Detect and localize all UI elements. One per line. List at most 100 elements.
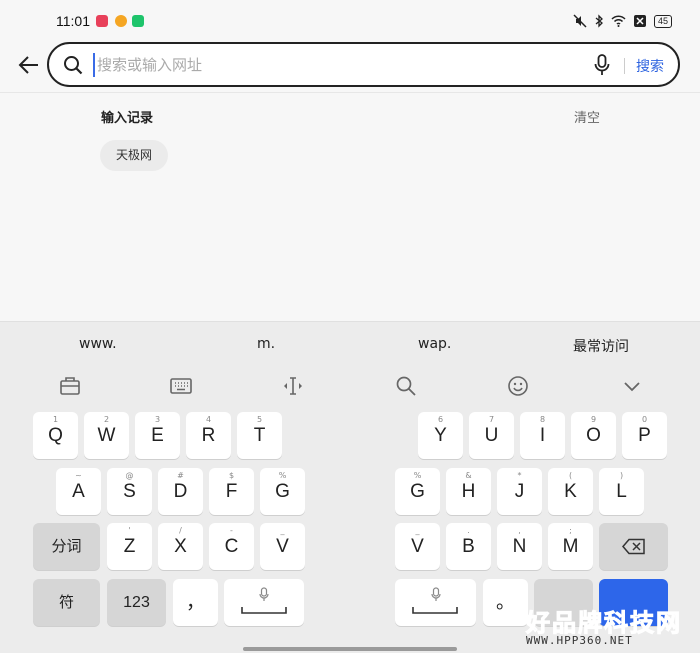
key-w-secondary: 2 [103,415,110,424]
key-b[interactable]: .B [446,523,491,570]
key-d-secondary: # [177,471,184,480]
key-y[interactable]: 6Y [418,412,463,459]
keyboard-search-icon[interactable] [394,374,418,398]
key-d[interactable]: # D [158,468,203,515]
segment-key[interactable]: 分词 [33,523,100,570]
space-bar-icon [241,607,287,614]
keyboard-layout-icon[interactable] [169,374,193,398]
battery-level: 45 [653,14,672,28]
key-t-secondary: 5 [256,415,263,424]
key-k-secondary: ( [568,471,573,480]
key-p-secondary: 0 [641,415,648,424]
key-m-secondary: ; [569,526,572,535]
key-c-secondary: - [230,526,233,535]
clear-history-button[interactable]: 清空 [574,107,600,126]
key-f-secondary: $ [228,471,235,480]
cursor-move-icon[interactable] [281,374,305,398]
status-indicators: 45 [573,14,672,28]
key-j[interactable]: * J [497,468,542,515]
key-a-secondary: ~ [75,471,82,480]
key-g-right[interactable]: % G [395,468,440,515]
toolbox-icon[interactable] [58,374,82,398]
key-j-secondary: * [517,471,522,480]
home-indicator[interactable] [243,647,457,651]
input-history-title: 输入记录 [101,111,154,126]
key-i-secondary: 8 [539,415,546,424]
key-g-left-secondary: % [278,471,287,480]
comma-key-label: ， [185,592,205,613]
key-s-secondary: @ [125,471,134,480]
key-k[interactable]: (K [548,468,593,515]
key-e-secondary: 3 [154,415,161,424]
key-s[interactable]: @ S [107,468,152,515]
key-u[interactable]: 7U [469,412,514,459]
bluetooth-icon [595,14,603,28]
key-n[interactable]: ,N [497,523,542,570]
key-y-secondary: 6 [437,415,444,424]
key-p[interactable]: 0P [622,412,667,459]
key-r-secondary: 4 [205,415,212,424]
search-bar: 搜索 [47,42,680,87]
weibo-icon [115,15,127,27]
key-h[interactable]: & H [446,468,491,515]
collapse-keyboard-icon[interactable] [620,374,644,398]
key-z[interactable]: ' Z [107,523,152,570]
numbers-key-label: 123 [123,594,150,611]
segment-key-label: 分词 [51,537,82,555]
back-arrow-icon[interactable] [18,54,40,76]
suggestion-most-visited[interactable]: 最常访问 [573,336,629,356]
key-g-left[interactable]: % G [260,468,305,515]
wifi-icon [611,15,626,27]
key-l-secondary: ) [619,471,624,480]
key-l[interactable]: ) L [599,468,644,515]
mute-icon [573,14,587,28]
numbers-key[interactable]: 123 [107,579,166,626]
microphone-icon[interactable] [594,54,610,76]
key-q[interactable]: 1Q [33,412,78,459]
space-bar-icon [412,607,458,614]
comma-key[interactable]: ， [173,579,218,626]
key-o[interactable]: 9O [571,412,616,459]
watermark-url: WWW.HPP360.NET [526,634,633,647]
key-v-left-secondary: _ [280,526,285,535]
key-v-left[interactable]: _ V [260,523,305,570]
key-f[interactable]: $ F [209,468,254,515]
notification-app-icon [96,15,108,27]
emoji-icon[interactable] [506,374,530,398]
key-r[interactable]: 4R [186,412,231,459]
voice-input-icon [431,587,441,601]
key-m[interactable]: ; M [548,523,593,570]
period-key-label: 。 [495,592,515,613]
space-key-left[interactable] [224,579,304,626]
search-submit-button[interactable]: 搜索 [636,56,664,76]
key-v-right[interactable]: _ V [395,523,440,570]
symbol-key-label: 符 [58,593,74,611]
status-bar: 11:01 45 [0,0,700,42]
key-v-right-secondary: _ [415,526,420,535]
key-x[interactable]: / X [158,523,203,570]
period-key[interactable]: 。 [483,579,528,626]
space-key-right[interactable] [395,579,476,626]
key-w[interactable]: 2W [84,412,129,459]
symbol-key[interactable]: 符 [33,579,100,626]
suggestion-wap[interactable]: wap. [418,336,451,352]
backspace-key[interactable] [599,523,668,570]
watermark-title: 好品牌科技网 [526,609,682,638]
key-o-secondary: 9 [590,415,597,424]
backspace-icon [621,538,645,555]
key-e[interactable]: 3E [135,412,180,459]
key-h-secondary: & [465,471,472,480]
key-a[interactable]: ~ A [56,468,101,515]
search-input[interactable] [93,53,553,77]
suggestion-m[interactable]: m. [257,336,275,352]
suggestion-www[interactable]: www. [79,336,117,352]
key-c[interactable]: -C [209,523,254,570]
key-q-secondary: 1 [52,415,59,424]
history-chip[interactable]: 天极网 [100,140,169,171]
key-z-secondary: ' [128,526,131,535]
key-i[interactable]: 8I [520,412,565,459]
key-t[interactable]: 5T [237,412,282,459]
key-u-secondary: 7 [488,415,495,424]
search-separator [624,58,625,74]
search-icon [64,56,83,75]
